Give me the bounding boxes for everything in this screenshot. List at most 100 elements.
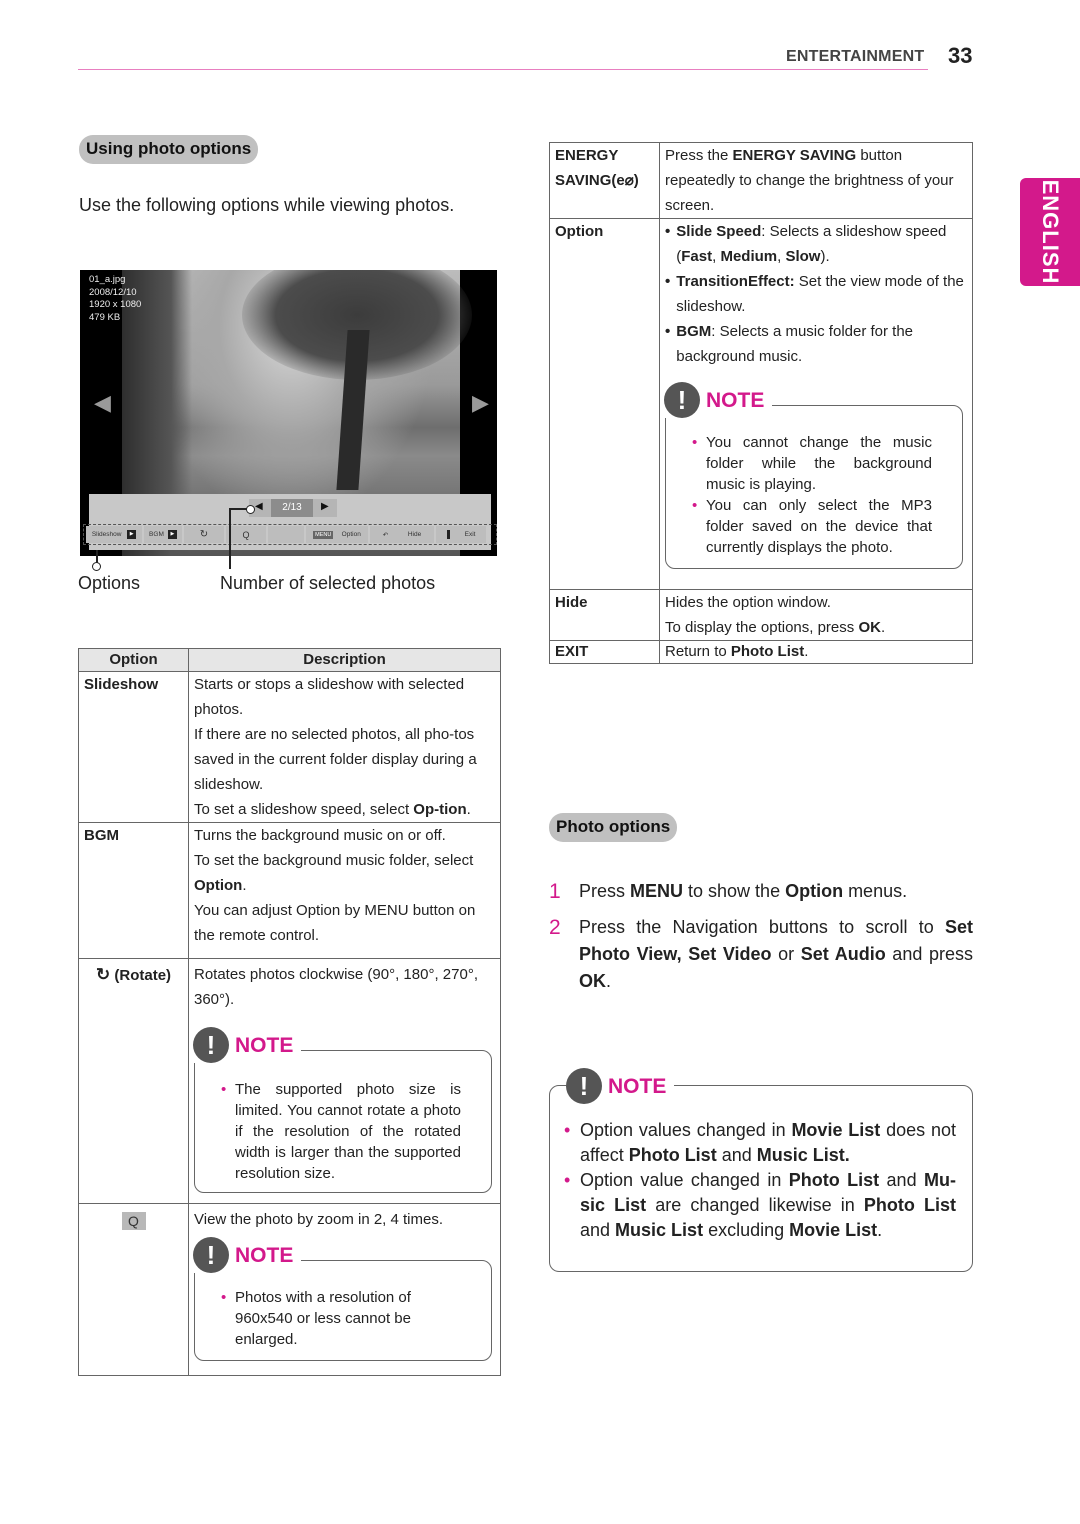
text: menus. [843, 881, 908, 901]
text: . [877, 1220, 883, 1240]
counter-pointer-dot [246, 505, 255, 514]
bgm-option-label: BGM [149, 531, 164, 538]
bold-text: Option [194, 877, 243, 894]
language-tab: ENGLISH [1020, 178, 1080, 286]
bold-text: MENU [630, 881, 684, 901]
text: Press [579, 881, 631, 901]
option-hide: Hide [549, 589, 660, 641]
bold-text: Photo List [863, 1195, 956, 1215]
step-number: 1 [549, 880, 561, 903]
bold-text: ENERGY SAVING [732, 147, 857, 164]
text: To display the options, press [665, 619, 859, 636]
bold-text: Slide Speed [676, 223, 762, 240]
text: are changed likewise in [646, 1195, 864, 1215]
caption-number-of-selected-photos: Number of selected photos [220, 573, 436, 593]
note-box-zoom: !NOTE Photos with a resolution of 960x54… [193, 1237, 492, 1361]
table-row-exit: EXIT Return to Photo List. [549, 640, 973, 664]
option-menu-button[interactable]: MENU Option [306, 526, 368, 543]
photo-viewer-screenshot: 01_a.jpg 2008/12/10 1920 x 1080 479 KB ◀… [80, 270, 497, 556]
text: . [466, 801, 471, 818]
bullet-transition-effect: • TransitionEffect: Set the view mode of … [665, 269, 967, 319]
text: To set the background music folder, sele… [194, 852, 474, 869]
desc-line: View the photo by zoom in 2, 4 times. [194, 1211, 444, 1228]
bold-text: Fast [681, 248, 713, 265]
desc-line: To display the options, press OK. [665, 615, 967, 640]
section-heading-photo-options: Photo options [549, 813, 678, 842]
desc-line: If there are no selected photos, all pho… [194, 726, 477, 793]
desc-line: Hides the option window. [665, 594, 831, 611]
options-pointer-dot [92, 562, 101, 571]
note-header: ! NOTE [664, 382, 773, 418]
next-photo-arrow-icon[interactable]: ▶ [472, 390, 489, 416]
energy-label-2: SAVING(e⌀) [555, 168, 654, 193]
text: . [606, 971, 612, 991]
bullet-bgm: • BGM: Selects a music folder for the bac… [665, 319, 967, 369]
desc-slideshow: Starts or stops a slideshow with selecte… [188, 671, 501, 823]
note-item: Photos with a resolution of 960x540 or l… [221, 1287, 461, 1350]
zoom-option[interactable]: Q [226, 526, 266, 543]
step-text: Press MENU to show the Option menus. [579, 878, 907, 905]
column-header-option: Option [78, 648, 189, 672]
text: Option values changed in [580, 1120, 792, 1140]
photo-date: 2008/12/10 [89, 286, 137, 298]
table-row-zoom: Q View the photo by zoom in 2, 4 times. … [78, 1203, 501, 1376]
option-zoom: Q [78, 1203, 189, 1376]
bold-text: Photo List [628, 1145, 717, 1165]
table-header-row: Option Description [78, 648, 501, 672]
desc-rotate: Rotates photos clockwise (90°, 180°, 270… [188, 958, 501, 1204]
step-number: 2 [549, 916, 561, 939]
note-header: ! NOTE [193, 1027, 302, 1063]
exclamation-icon: ! [566, 1068, 602, 1104]
desc-energy-saving: Press the ENERGY SAVING button repeatedl… [659, 142, 973, 219]
hide-label: Hide [407, 531, 422, 538]
rotate-icon: ↻ [199, 529, 209, 540]
slideshow-option[interactable]: Slideshow ▶ [86, 526, 142, 543]
exit-option[interactable]: Exit [436, 526, 486, 543]
bold-text: Movie List [789, 1220, 878, 1240]
desc-line: Turns the background music on or off. [194, 827, 446, 844]
options-row: Slideshow ▶ BGM ▶ ↻ Q MENU Option ↶ Hide Exi… [83, 524, 497, 545]
bold-text: BGM [676, 323, 712, 340]
table-row-option: Option • Slide Speed: Selects a slideshow… [549, 218, 973, 590]
bgm-option[interactable]: BGM ▶ [144, 526, 182, 543]
desc-line: Starts or stops a slideshow with selecte… [194, 676, 465, 718]
bold-text: Photo List [788, 1170, 880, 1190]
desc-line: To set a slideshow speed, select Op-tion… [194, 797, 495, 822]
text: : Selects a music folder for the backgro… [676, 323, 914, 365]
hide-option[interactable]: ↶ Hide [370, 526, 434, 543]
text: and press [885, 944, 973, 964]
bold-text: Slow [785, 248, 821, 265]
bold-text: Photo List [730, 643, 805, 660]
counter-next-icon[interactable]: ▶ [321, 501, 329, 512]
note-header: ! NOTE [566, 1068, 675, 1104]
table-row-bgm: BGM Turns the background music on or off… [78, 822, 501, 959]
previous-photo-arrow-icon[interactable]: ◀ [94, 390, 111, 416]
caption-options: Options [78, 573, 141, 593]
bold-text: TransitionEffect: [676, 273, 795, 290]
desc-line: You can adjust Option by MENU button on … [194, 902, 476, 944]
zoom-icon: Q [121, 1212, 146, 1230]
column-header-description: Description [188, 648, 501, 672]
exit-icon [446, 530, 450, 539]
photo-filename: 01_a.jpg [89, 274, 126, 285]
option-slideshow: Slideshow [78, 671, 189, 823]
counter-prev-icon[interactable]: ◀ [255, 501, 263, 512]
text: and [879, 1170, 924, 1190]
text: SAVING( [555, 172, 617, 189]
note-item: The supported photo size is limited. You… [221, 1079, 461, 1184]
photo-size: 479 KB [89, 311, 121, 323]
desc-exit: Return to Photo List. [659, 640, 973, 664]
exclamation-icon: ! [193, 1027, 229, 1063]
options-table-continued: ENERGY SAVING(e⌀) Press the ENERGY SAVIN… [549, 142, 973, 664]
bullet: • [665, 323, 671, 340]
rotate-option[interactable]: ↻ [184, 526, 224, 543]
bold-text: Set Audio [800, 944, 886, 964]
note-title: NOTE [706, 388, 765, 412]
text: ). [820, 248, 830, 265]
option-rotate: ↻ (Rotate) [78, 958, 189, 1204]
desc-line: To set the background music folder, sele… [194, 848, 495, 898]
text: Press the [665, 147, 733, 164]
table-row-rotate: ↻ (Rotate) Rotates photos clockwise (90°… [78, 958, 501, 1204]
note-item: You cannot change the music folder while… [692, 432, 932, 495]
bold-text: Medium [720, 248, 778, 265]
